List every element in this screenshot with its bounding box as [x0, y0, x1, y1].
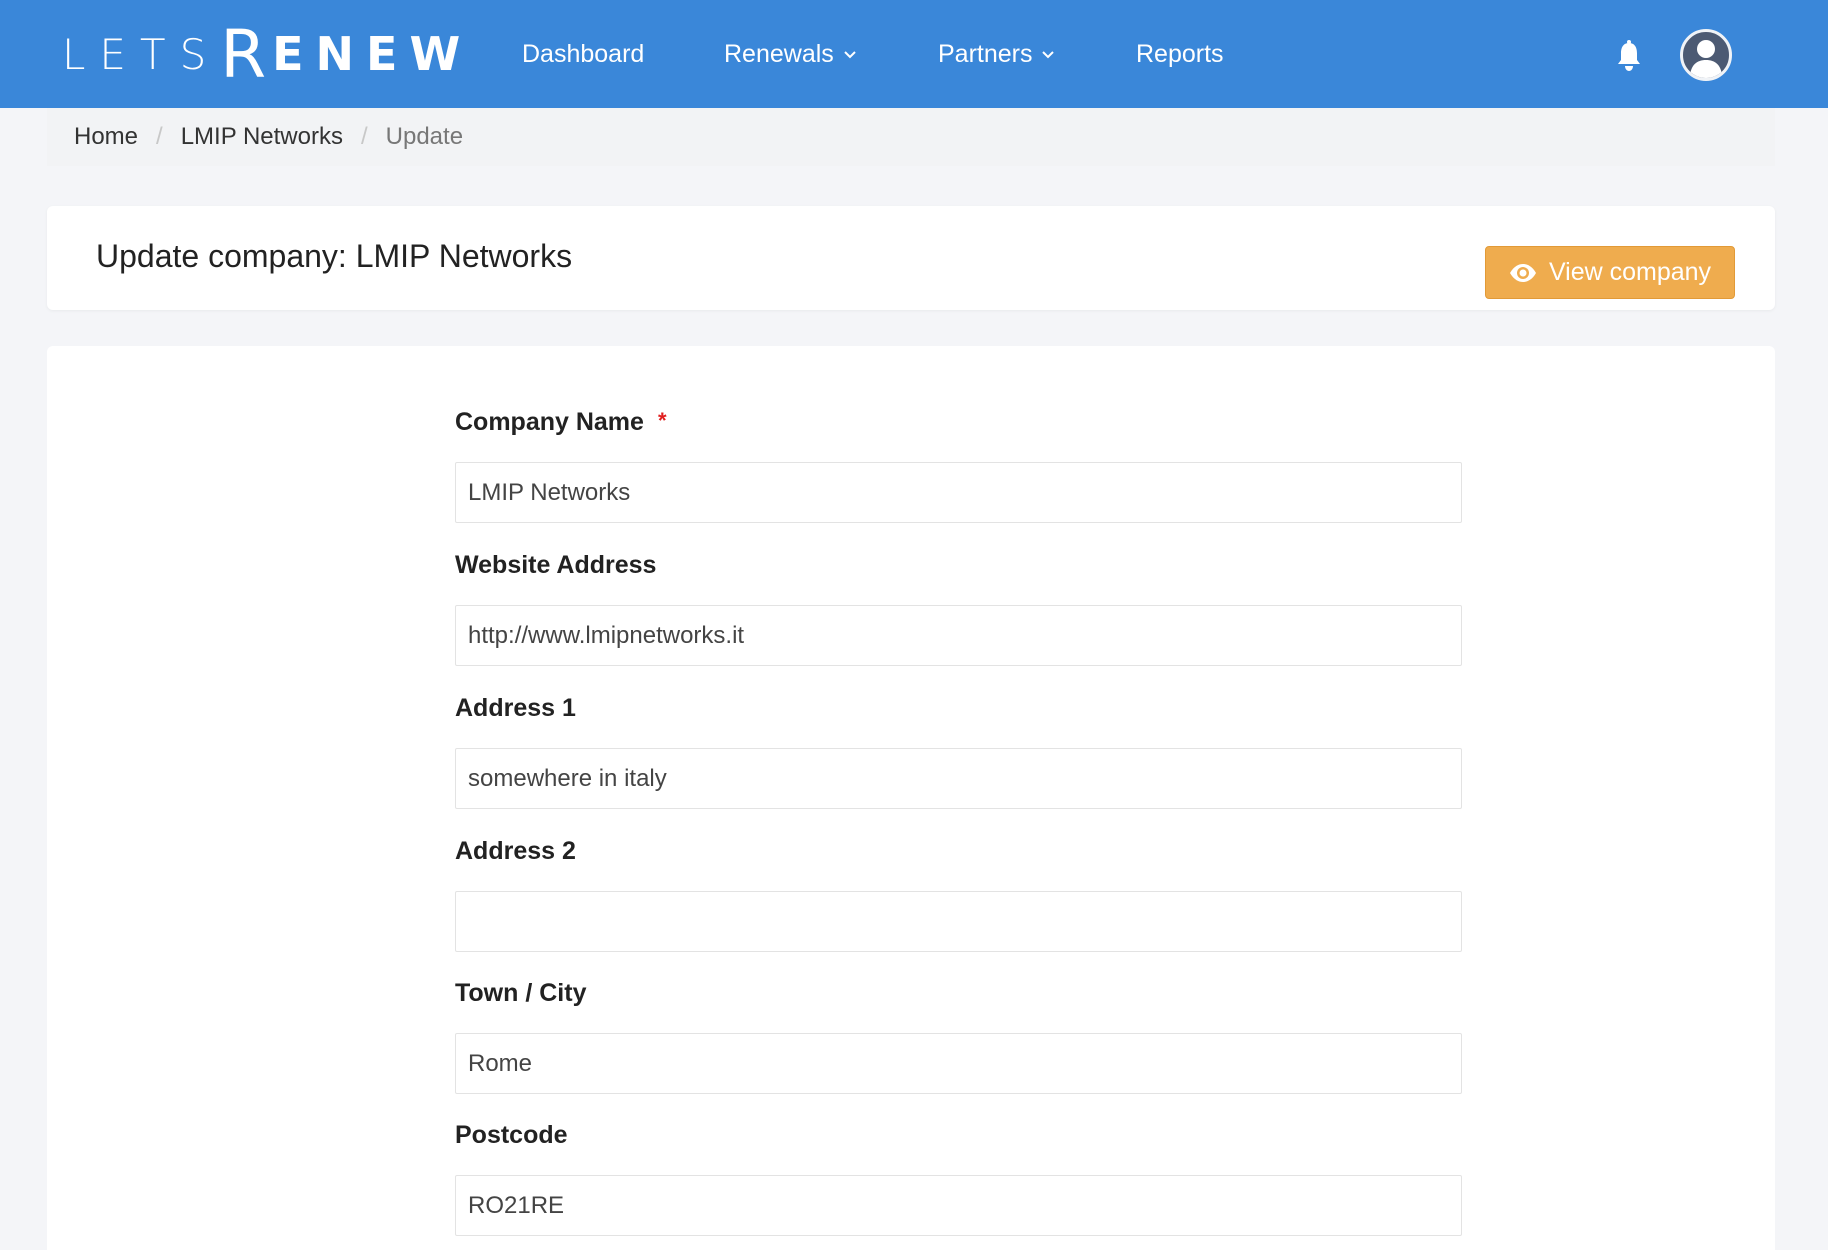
logo-r-mark: R — [220, 15, 271, 93]
logo-text-lets: LETS — [62, 29, 221, 79]
address-1-field: Address 1 — [455, 694, 1462, 809]
nav-reports[interactable]: Reports — [1136, 36, 1224, 72]
company-name-input[interactable] — [455, 462, 1462, 523]
eye-icon — [1509, 263, 1536, 282]
nav-renewals-label: Renewals — [724, 39, 834, 68]
chevron-down-icon — [844, 51, 856, 59]
town-city-field: Town / City — [455, 979, 1462, 1094]
postcode-input[interactable] — [455, 1175, 1462, 1236]
nav-dashboard[interactable]: Dashboard — [522, 36, 644, 72]
top-navbar: LETS R ENEW Dashboard Renewals Partners … — [0, 0, 1828, 108]
company-form: Company Name* Website Address Address 1 … — [47, 346, 1775, 1250]
page-header-card: Update company: LMIP Networks View compa… — [47, 206, 1775, 310]
view-company-label: View company — [1548, 258, 1712, 286]
postcode-field: Postcode — [455, 1121, 1462, 1236]
required-marker: * — [657, 408, 667, 433]
breadcrumb-current: Update — [385, 123, 464, 150]
breadcrumb-separator: / — [360, 123, 368, 150]
breadcrumb: Home / LMIP Networks / Update — [47, 108, 1775, 166]
town-city-label: Town / City — [455, 979, 587, 1007]
breadcrumb-home[interactable]: Home — [74, 123, 138, 151]
website-address-input[interactable] — [455, 605, 1462, 666]
bell-icon[interactable] — [1614, 40, 1644, 72]
user-avatar-icon[interactable] — [1680, 29, 1732, 81]
address-1-label: Address 1 — [455, 694, 576, 722]
town-city-input[interactable] — [455, 1033, 1462, 1094]
letsrenew-logo[interactable]: LETS R ENEW — [62, 16, 473, 93]
website-address-field: Website Address — [455, 551, 1462, 666]
website-address-label: Website Address — [455, 551, 657, 579]
nav-renewals[interactable]: Renewals — [724, 36, 858, 72]
company-name-label: Company Name * — [455, 408, 667, 436]
nav-partners[interactable]: Partners — [938, 36, 1056, 72]
breadcrumb-separator: / — [156, 123, 163, 150]
page-title: Update company: LMIP Networks — [96, 238, 573, 274]
address-2-input[interactable] — [455, 891, 1462, 952]
nav-partners-label: Partners — [938, 39, 1033, 68]
chevron-down-icon — [1042, 51, 1055, 59]
address-2-label: Address 2 — [455, 837, 576, 865]
logo-text-enew: ENEW — [272, 27, 473, 81]
postcode-label: Postcode — [455, 1121, 568, 1149]
address-1-input[interactable] — [455, 748, 1462, 809]
nav-dashboard-label: Dashboard — [522, 39, 645, 68]
address-2-field: Address 2 — [455, 837, 1462, 952]
company-name-field: Company Name * — [455, 408, 1462, 523]
breadcrumb-company[interactable]: LMIP Networks — [181, 123, 343, 151]
view-company-button[interactable]: View company — [1485, 246, 1735, 299]
nav-reports-label: Reports — [1136, 39, 1224, 68]
